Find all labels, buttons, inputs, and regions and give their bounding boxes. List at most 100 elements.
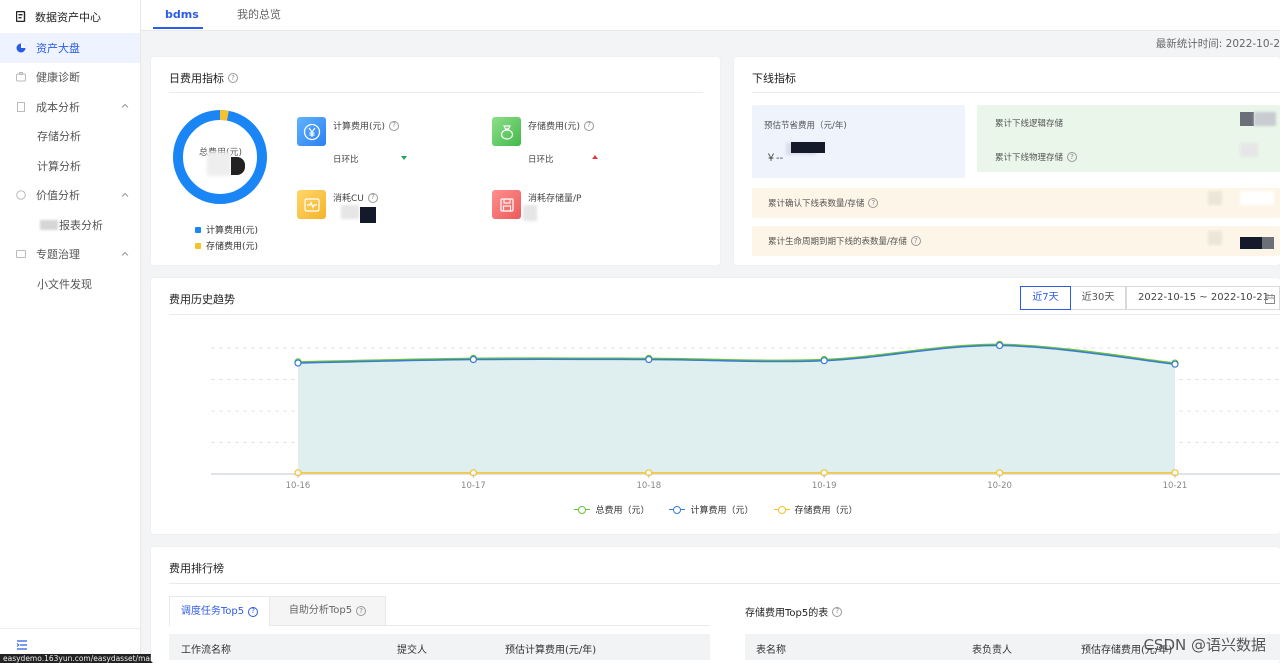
left-table-header: 工作流名称 提交人 预估计算费用(元/年) (169, 634, 710, 660)
data-point-1-5 (1171, 360, 1179, 368)
help-icon[interactable]: ? (910, 236, 921, 246)
metric-label-text: 消耗CU (333, 194, 364, 204)
tab-label: 自助分析Top5 (288, 605, 353, 616)
x-tick-label: 10-18 (636, 481, 661, 491)
storage-usage-label: 消耗存储量/P (528, 191, 581, 204)
cu-consumption-label: 消耗CU? (333, 191, 378, 204)
sidebar-item-label: 计算分析 (37, 159, 81, 173)
help-icon[interactable]: ? (832, 606, 843, 617)
tab-self-analysis-top5[interactable]: 自助分析Top5? (269, 596, 386, 626)
column-header: 提交人 (397, 645, 427, 656)
brand-title: 数据资产中心 (35, 10, 101, 24)
menu-collapse-icon[interactable] (16, 639, 28, 651)
increase-arrow-icon (592, 155, 598, 159)
divider (752, 92, 1280, 93)
sidebar-item-cost-analysis[interactable]: 成本分析 (0, 92, 140, 122)
sidebar-item-assets-dashboard[interactable]: 资产大盘 (0, 33, 140, 63)
chevron-up-icon[interactable] (120, 190, 130, 200)
redacted-value (341, 205, 359, 219)
help-icon[interactable]: ? (1067, 152, 1078, 162)
legend-marker-icon (669, 505, 686, 514)
sidebar-item-label: 存储分析 (37, 130, 81, 144)
last-updated-text: 最新统计时间: 2022-10-2 (1155, 38, 1280, 50)
sidebar-item-topic-governance[interactable]: 专题治理 (0, 240, 140, 270)
compute-cost-label: 计算费用(元)? (333, 119, 400, 132)
legend-marker-icon (574, 505, 591, 514)
legend-compute[interactable]: 计算费用（元） (669, 503, 754, 516)
confirmed-label-text: 累计确认下线表数量/存储 (768, 199, 865, 209)
sidebar-item-compute-analysis[interactable]: 计算分析 (0, 151, 140, 181)
legend-storage: 存储费用(元) (195, 239, 258, 252)
daily-cost-title: 日费用指标 (169, 72, 224, 85)
daily-cost-card: 日费用指标 ? 总费用(元) 计算费用(元) 存储费用(元) 计算费用(元)? … (151, 57, 720, 265)
document-icon (16, 101, 26, 112)
chevron-up-icon[interactable] (120, 249, 130, 259)
sidebar-item-label: 资产大盘 (36, 41, 80, 55)
pie-chart-icon (16, 43, 26, 53)
column-header: 表负责人 (972, 645, 1012, 656)
tab-my-overview[interactable]: 我的总览 (237, 0, 281, 30)
sidebar-item-report-analysis[interactable]: 报表分析 (0, 210, 140, 240)
copyright-icon (16, 190, 26, 201)
redacted-value (207, 152, 231, 176)
help-icon[interactable]: ? (367, 192, 378, 203)
tab-label: 调度任务Top5 (180, 605, 245, 617)
redacted-value (360, 207, 376, 223)
metric-label-text: 计算费用(元) (333, 122, 386, 132)
legend-label: 计算费用（元） (690, 506, 754, 516)
redacted-value (1262, 237, 1274, 249)
compute-day-over-day: 日环比 (333, 155, 359, 165)
physical-storage-label: 累计下线物理存储? (995, 151, 1078, 163)
help-icon[interactable]: ? (584, 120, 595, 131)
lifecycle-offline-label: 累计生命周期到期下线的表数量/存储? (768, 235, 921, 247)
decrease-arrow-icon (401, 156, 407, 160)
brand: 数据资产中心 (0, 0, 140, 33)
divider (169, 92, 703, 93)
data-point-1-1 (469, 355, 477, 364)
help-icon[interactable]: ? (868, 198, 879, 208)
storage-cost-label: 存储费用(元)? (528, 119, 595, 132)
sidebar-item-storage-analysis[interactable]: 存储分析 (0, 122, 140, 152)
redacted-value (1254, 112, 1276, 126)
storage-day-over-day: 日环比 (528, 155, 554, 165)
help-icon[interactable]: ? (228, 73, 238, 83)
csdn-watermark: CSDN @语兴数据 (1143, 636, 1266, 654)
folder-icon (16, 249, 26, 259)
sidebar-item-small-files[interactable]: 小文件发现 (0, 269, 140, 299)
range-7-days-button[interactable]: 近7天 (1020, 286, 1071, 310)
legend-label: 计算费用(元) (206, 226, 259, 236)
redacted-value (791, 142, 825, 153)
redacted-value (1240, 191, 1274, 205)
redacted-value (231, 157, 245, 175)
sidebar-item-label: 专题治理 (36, 248, 80, 262)
storage-top5-title-text: 存储费用Top5的表 (745, 608, 829, 619)
sidebar-item-health[interactable]: 健康诊断 (0, 63, 140, 93)
tab-ink-bar (153, 27, 203, 29)
sidebar-item-value-analysis[interactable]: 价值分析 (0, 181, 140, 211)
legend-label: 存储费用(元) (206, 242, 259, 252)
sidebar-item-label: 小文件发现 (37, 277, 92, 291)
cost-trend-card: 费用历史趋势 近7天 近30天 2022-10-15 ~ 2022-10-21 … (151, 278, 1280, 534)
column-header: 工作流名称 (181, 645, 231, 656)
sidebar-item-label: 健康诊断 (36, 71, 80, 85)
help-icon[interactable]: ? (389, 120, 400, 131)
legend-total[interactable]: 总费用（元） (574, 503, 649, 516)
help-icon[interactable]: ? (248, 606, 259, 617)
chart-legend: 总费用（元） 计算费用（元） 存储费用（元） (151, 503, 1280, 516)
confirmed-offline-label: 累计确认下线表数量/存储? (768, 197, 879, 209)
x-tick-label: 10-19 (812, 481, 837, 491)
x-tick-label: 10-20 (987, 481, 1012, 491)
legend-storage[interactable]: 存储费用（元） (773, 503, 858, 516)
legend-label: 存储费用（元） (794, 506, 858, 516)
tab-scheduled-tasks-top5[interactable]: 调度任务Top5? (169, 596, 270, 626)
pulse-icon (297, 190, 326, 219)
chevron-up-icon[interactable] (120, 101, 130, 111)
lifecycle-label-text: 累计生命周期到期下线的表数量/存储 (768, 237, 907, 247)
saving-value: ￥-- (766, 153, 784, 164)
redacted-value (1240, 112, 1254, 126)
help-icon[interactable]: ? (356, 606, 367, 616)
tab-bdms[interactable]: bdms (165, 0, 199, 30)
x-tick-label: 10-17 (461, 481, 486, 491)
legend-swatch (195, 226, 201, 233)
sidebar-item-label: 价值分析 (36, 189, 80, 203)
